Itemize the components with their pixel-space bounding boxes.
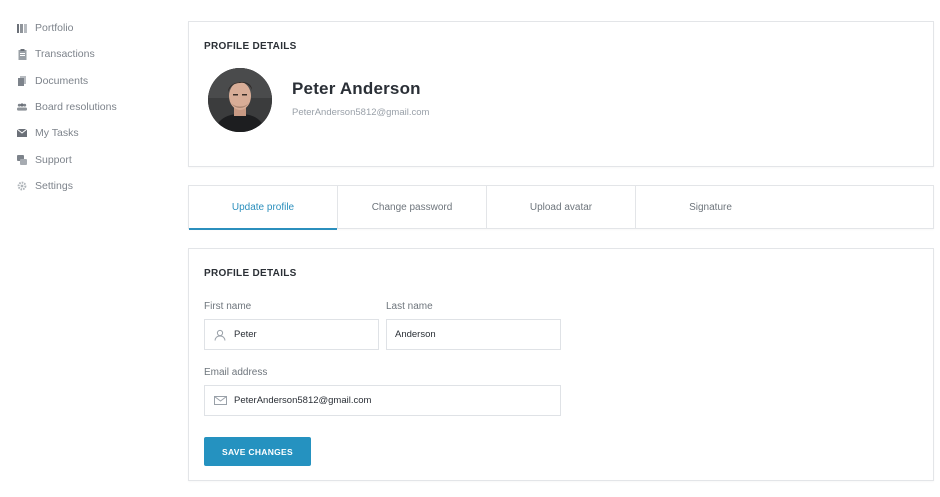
sidebar-item-portfolio[interactable]: Portfolio [17, 19, 74, 37]
tab-bar: Update profile Change password Upload av… [188, 185, 934, 230]
support-icon [17, 155, 27, 165]
profile-name: Peter Anderson [292, 79, 421, 98]
board-resolutions-icon [17, 102, 27, 112]
sidebar-item-label: Board resolutions [35, 101, 117, 113]
gear-icon [17, 181, 27, 191]
first-name-value: Peter [234, 329, 257, 340]
tab-update-profile[interactable]: Update profile [189, 186, 338, 230]
email-value: PeterAnderson5812@gmail.com [234, 395, 372, 406]
avatar [208, 68, 272, 132]
email-field[interactable]: PeterAnderson5812@gmail.com [204, 385, 561, 416]
first-name-field[interactable]: Peter [204, 319, 379, 350]
save-changes-button[interactable]: SAVE CHANGES [204, 437, 311, 466]
profile-email: PeterAnderson5812@gmail.com [292, 107, 430, 118]
sidebar-item-transactions[interactable]: Transactions [17, 45, 95, 63]
documents-icon [17, 76, 27, 86]
last-name-label: Last name [386, 301, 433, 312]
profile-form-card: PROFILE DETAILS First name Peter Last na… [188, 248, 934, 481]
mail-icon [212, 396, 228, 405]
form-card-title: PROFILE DETAILS [204, 268, 297, 279]
email-label: Email address [204, 367, 268, 378]
sidebar: Portfolio Transactions Documents Board r… [0, 0, 180, 497]
tab-signature[interactable]: Signature [636, 186, 785, 229]
sidebar-item-label: Portfolio [35, 22, 74, 34]
sidebar-item-label: Transactions [35, 48, 95, 60]
last-name-value: Anderson [395, 329, 436, 340]
sidebar-item-label: Support [35, 154, 72, 166]
tab-upload-avatar[interactable]: Upload avatar [487, 186, 636, 229]
last-name-field[interactable]: Anderson [386, 319, 561, 350]
sidebar-item-settings[interactable]: Settings [17, 177, 73, 195]
tasks-icon [17, 128, 27, 138]
sidebar-item-my-tasks[interactable]: My Tasks [17, 124, 79, 142]
sidebar-item-support[interactable]: Support [17, 151, 72, 169]
sidebar-item-label: Documents [35, 75, 89, 87]
user-icon [212, 329, 228, 341]
sidebar-item-label: Settings [35, 180, 73, 192]
transactions-icon [17, 48, 27, 60]
profile-card-title: PROFILE DETAILS [204, 41, 297, 52]
sidebar-item-board-resolutions[interactable]: Board resolutions [17, 98, 117, 116]
sidebar-item-documents[interactable]: Documents [17, 72, 88, 90]
sidebar-item-label: My Tasks [35, 127, 79, 139]
tab-change-password[interactable]: Change password [338, 186, 487, 229]
first-name-label: First name [204, 301, 252, 312]
portfolio-icon [17, 23, 27, 33]
profile-card: PROFILE DETAILS Peter Anderson PeterAnde… [188, 21, 934, 167]
